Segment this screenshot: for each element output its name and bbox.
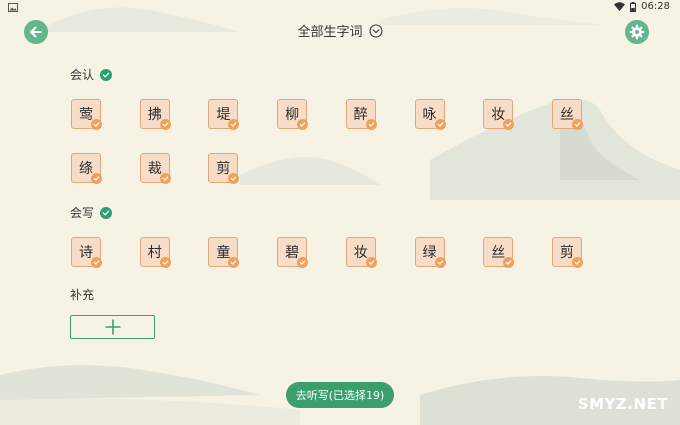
char-tile[interactable]: 堤 bbox=[208, 99, 240, 130]
chevron-down-circle-icon bbox=[368, 23, 383, 38]
selected-check-icon bbox=[159, 257, 171, 268]
char-text: 咏 bbox=[422, 107, 437, 123]
check-circle-icon bbox=[100, 206, 113, 219]
status-time: 06:28 bbox=[641, 1, 670, 12]
selected-check-icon bbox=[91, 257, 102, 268]
image-icon bbox=[8, 3, 18, 12]
char-tile[interactable]: 诗 bbox=[71, 237, 102, 268]
char-text: 裁 bbox=[147, 161, 162, 177]
status-bar: 06:28 bbox=[0, 0, 680, 16]
section-supplement-label: 补充 bbox=[70, 286, 94, 303]
start-dictation-button[interactable]: 去听写(已选择19) bbox=[286, 382, 394, 408]
watermark: SMYZ.NET bbox=[578, 395, 668, 413]
section-recognize-title: 会认 bbox=[70, 68, 95, 82]
selected-check-icon bbox=[365, 257, 377, 268]
settings-button[interactable] bbox=[625, 20, 649, 44]
watermark-text: SMYZ.NET bbox=[577, 395, 668, 413]
char-text: 拂 bbox=[147, 107, 162, 123]
selected-check-icon bbox=[365, 119, 377, 130]
selected-check-icon bbox=[434, 119, 446, 130]
selected-check-icon bbox=[159, 173, 171, 184]
battery-icon bbox=[630, 1, 637, 12]
gear-icon bbox=[629, 24, 645, 40]
section-write-title: 会写 bbox=[70, 206, 95, 220]
add-supplement-button[interactable] bbox=[70, 315, 155, 339]
char-tile[interactable]: 童 bbox=[208, 237, 240, 268]
char-tile[interactable]: 妆 bbox=[483, 99, 515, 130]
char-text: 绿 bbox=[422, 245, 437, 261]
title-dropdown[interactable]: 全部生字词 bbox=[0, 21, 680, 40]
char-tile[interactable]: 碧 bbox=[277, 237, 309, 268]
plus-icon bbox=[104, 319, 121, 335]
section-supplement-title: 补充 bbox=[70, 288, 95, 302]
char-tile[interactable]: 咏 bbox=[414, 99, 446, 130]
char-tile[interactable]: 丝 bbox=[483, 237, 515, 268]
status-right: 06:28 bbox=[614, 1, 670, 12]
page-title: 全部生字词 bbox=[297, 25, 363, 40]
char-tile[interactable]: 剪 bbox=[551, 237, 583, 268]
char-tile[interactable]: 裁 bbox=[139, 153, 171, 184]
section-recognize-label: 会认 bbox=[70, 66, 113, 83]
char-tile[interactable]: 莺 bbox=[71, 99, 102, 130]
selected-check-icon bbox=[91, 173, 102, 184]
char-tile[interactable]: 拂 bbox=[139, 99, 171, 130]
char-tile[interactable]: 绦 bbox=[71, 153, 102, 184]
wifi-icon bbox=[614, 2, 626, 11]
char-tile[interactable]: 绿 bbox=[414, 237, 446, 268]
char-tile[interactable]: 醉 bbox=[345, 99, 377, 130]
selected-check-icon bbox=[571, 257, 583, 268]
char-tile[interactable]: 村 bbox=[139, 237, 171, 268]
selected-check-icon bbox=[159, 119, 171, 130]
check-circle-icon bbox=[100, 68, 113, 81]
char-text: 村 bbox=[147, 245, 162, 261]
char-tile[interactable]: 剪 bbox=[208, 153, 240, 184]
char-tile[interactable]: 妆 bbox=[345, 237, 377, 268]
section-write-label: 会写 bbox=[70, 204, 113, 221]
selected-check-icon bbox=[571, 119, 583, 130]
char-tile[interactable]: 丝 bbox=[551, 99, 583, 130]
selected-check-icon bbox=[91, 119, 102, 130]
char-tile[interactable]: 柳 bbox=[277, 99, 309, 130]
selected-check-icon bbox=[434, 257, 446, 268]
